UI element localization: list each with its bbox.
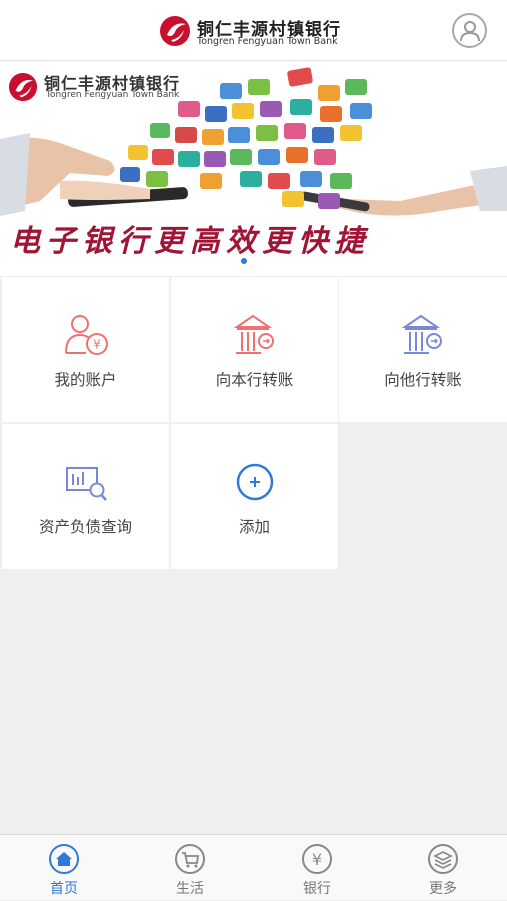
asset-liability-query-button[interactable]: 资产负债查询 [2, 424, 169, 569]
user-avatar-icon [460, 21, 480, 42]
tab-more-label: 更多 [429, 881, 457, 897]
my-account-label: 我的账户 [54, 371, 117, 389]
bank-logo-icon [160, 16, 190, 46]
yuan-icon: ¥ [302, 844, 332, 874]
tab-home[interactable]: 首页 [24, 835, 104, 901]
add-function-button[interactable]: 添加 [171, 424, 338, 569]
svg-text:¥: ¥ [312, 850, 322, 869]
home-icon [49, 844, 79, 874]
same-bank-transfer-button[interactable]: 向本行转账 [171, 277, 338, 422]
tab-bank-label: 银行 [303, 881, 331, 897]
tab-life[interactable]: 生活 [150, 835, 230, 901]
app-header: 铜仁丰源村镇银行 Tongren Fengyuan Town Bank [0, 0, 507, 61]
other-bank-transfer-button[interactable]: 向他行转账 [339, 277, 507, 422]
layers-icon [428, 844, 458, 874]
svg-text:¥: ¥ [93, 338, 101, 352]
add-icon [236, 463, 274, 501]
add-function-label: 添加 [238, 518, 270, 536]
promo-banner[interactable]: 铜仁丰源村镇银行 Tongren Fengyuan Town Bank 电子银行… [0, 61, 507, 276]
tab-bank[interactable]: ¥ 银行 [277, 835, 357, 901]
bottom-tab-bar: 首页 生活 ¥ 银行 更多 [0, 834, 507, 900]
banner-slogan: 电子银行更高效更快捷 [10, 224, 370, 259]
my-account-button[interactable]: ¥ 我的账户 [2, 277, 169, 422]
banner-bank-logo: 铜仁丰源村镇银行 Tongren Fengyuan Town Bank [8, 70, 228, 110]
other-bank-transfer-label: 向他行转账 [384, 371, 462, 389]
tab-life-label: 生活 [176, 881, 204, 897]
tab-more[interactable]: 更多 [403, 835, 483, 901]
asset-liability-query-label: 资产负债查询 [38, 518, 132, 536]
function-grid: ¥ 我的账户 向本行转账 向他行转账 资产负债查询 添加 [0, 276, 507, 570]
asset-query-icon [66, 467, 107, 501]
cart-icon [175, 844, 205, 874]
same-bank-transfer-label: 向本行转账 [215, 371, 294, 389]
banner-logo-icon [8, 72, 38, 102]
banner-slide-indicator[interactable] [241, 258, 247, 264]
user-avatar-button[interactable] [452, 13, 487, 48]
banner-bank-name-en: Tongren Fengyuan Town Bank [46, 90, 180, 100]
bank-name-en: Tongren Fengyuan Town Bank [197, 36, 338, 47]
other-bank-transfer-icon [401, 314, 442, 354]
bank-transfer-icon [233, 314, 274, 354]
tab-home-label: 首页 [50, 881, 78, 897]
account-yuan-icon: ¥ [65, 315, 108, 355]
bank-brand: 铜仁丰源村镇银行 Tongren Fengyuan Town Bank [159, 13, 359, 49]
